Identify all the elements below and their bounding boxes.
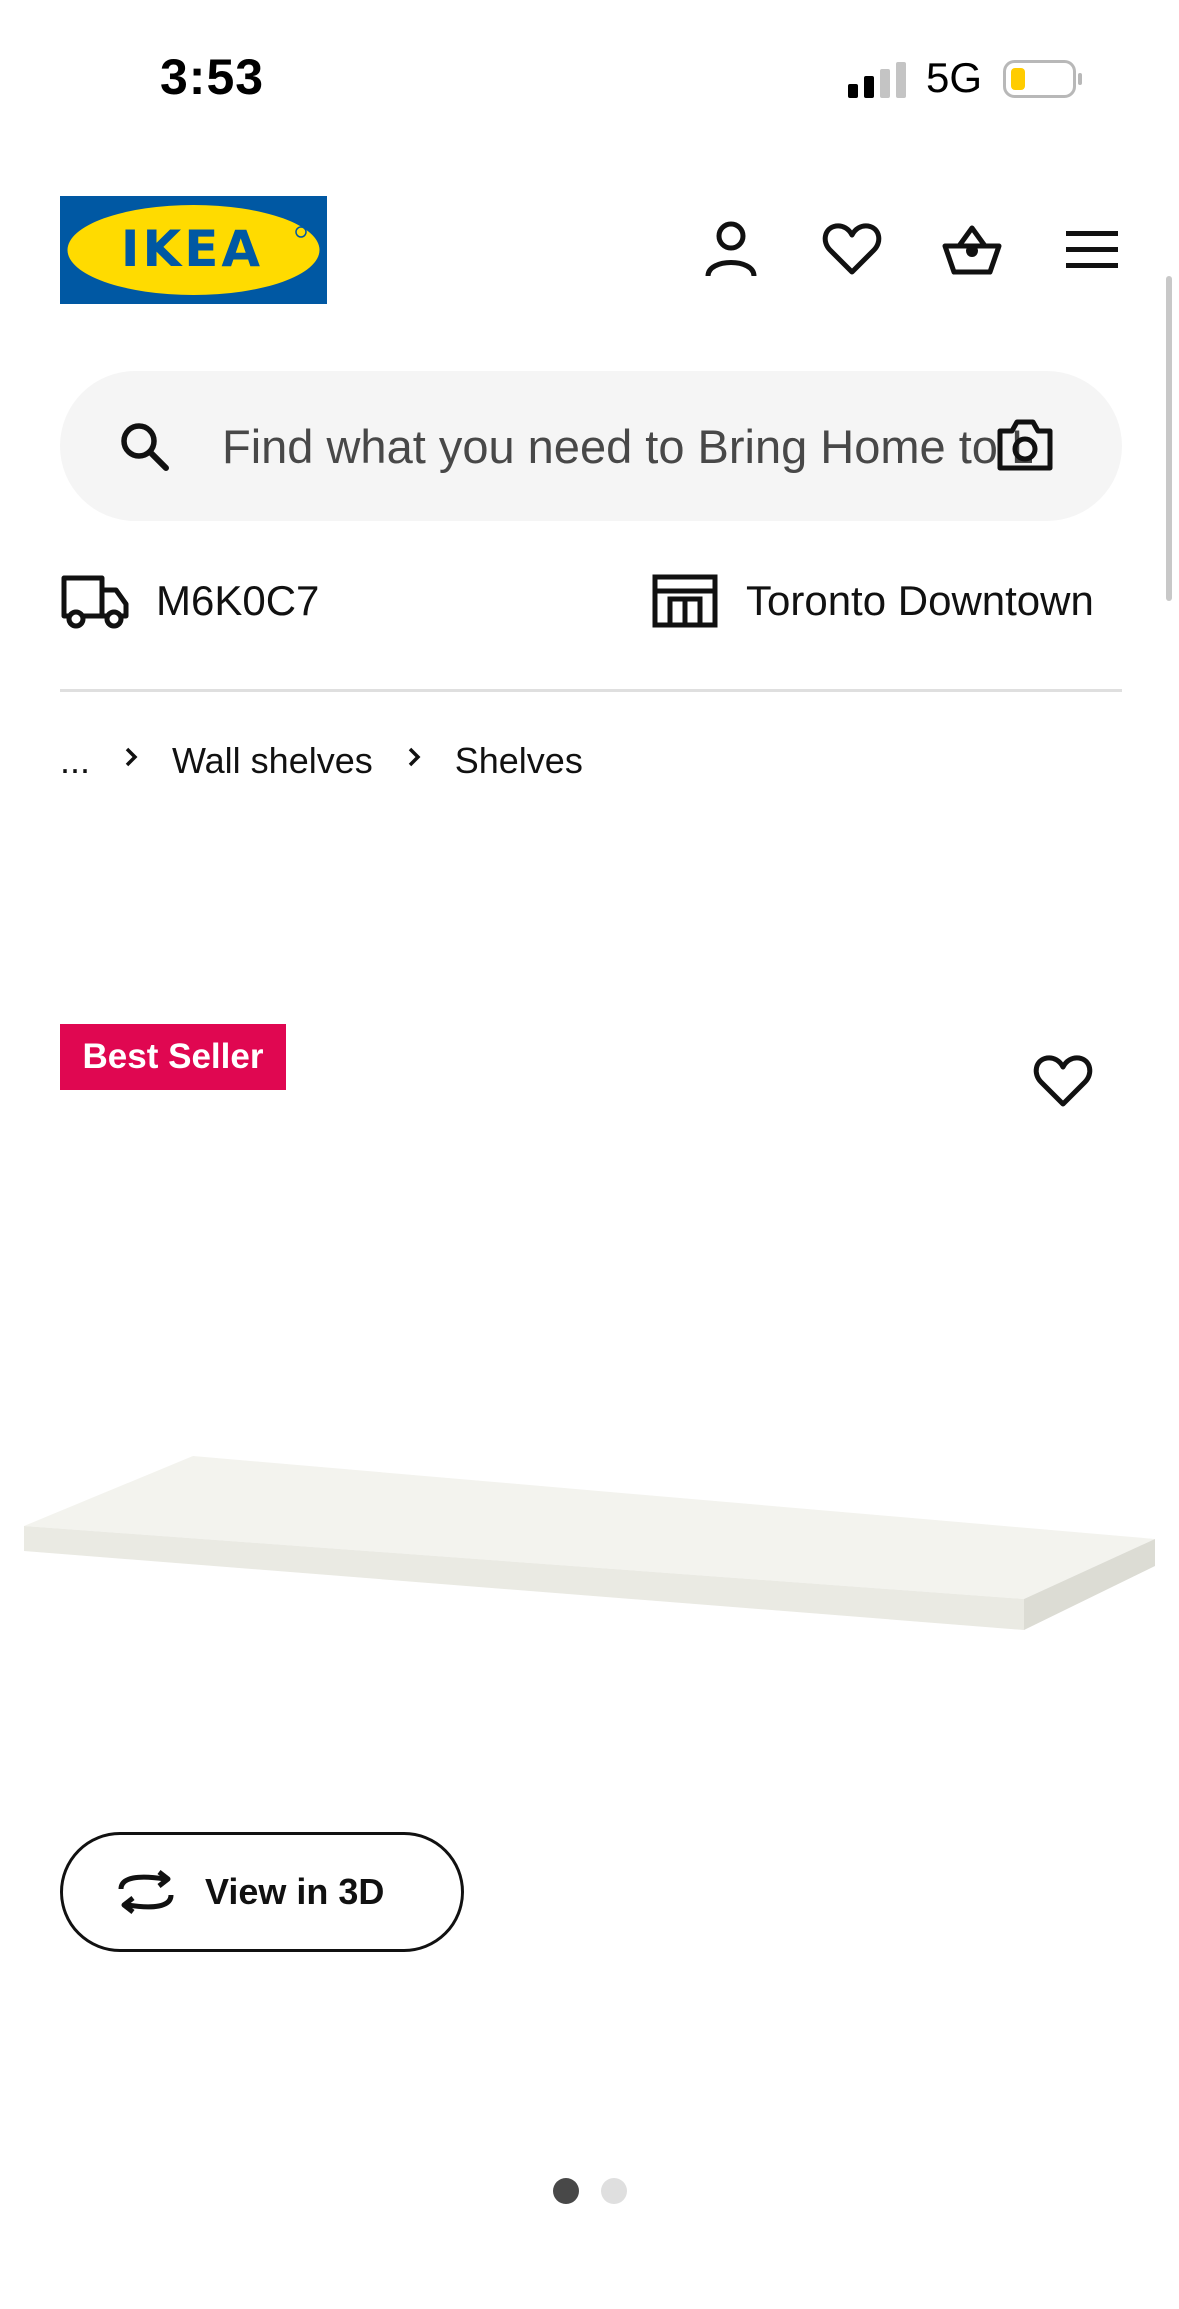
store-icon	[652, 574, 718, 628]
shopping-cart-icon[interactable]	[941, 218, 1003, 280]
breadcrumb-link-shelves[interactable]: Shelves	[455, 740, 583, 782]
postal-code-text: M6K0C7	[156, 577, 320, 624]
header-divider	[60, 689, 1122, 692]
search-icon	[121, 423, 169, 471]
view-in-3d-button[interactable]: View in 3D	[60, 1832, 464, 1952]
battery-icon	[1003, 60, 1082, 98]
svg-text:IKEA: IKEA	[121, 220, 263, 278]
camera-icon[interactable]	[996, 417, 1054, 473]
search-bar[interactable]	[60, 371, 1122, 521]
delivery-postal-code[interactable]: M6K0C7	[60, 572, 319, 630]
account-icon[interactable]	[700, 218, 762, 280]
search-input[interactable]	[222, 411, 1032, 481]
carousel-dot-1[interactable]	[553, 2178, 579, 2204]
network-type: 5G	[926, 54, 983, 101]
page-scrollbar[interactable]	[1166, 276, 1172, 601]
ikea-logo[interactable]: IKEA	[60, 196, 327, 304]
status-time: 3:53	[160, 49, 265, 105]
best-seller-badge: Best Seller	[60, 1024, 286, 1090]
favourites-icon[interactable]	[821, 218, 883, 280]
favourite-product-icon[interactable]	[1032, 1052, 1094, 1110]
product-image-shelf[interactable]	[20, 1455, 1165, 1655]
cellular-signal-icon	[848, 62, 906, 98]
image-carousel-indicator	[553, 2178, 627, 2204]
breadcrumb: ... Wall shelves Shelves	[60, 740, 583, 782]
menu-icon[interactable]	[1061, 218, 1123, 280]
store-name-text: Toronto Downtown	[746, 577, 1094, 624]
carousel-dot-2[interactable]	[601, 2178, 627, 2204]
rotate-3d-icon	[118, 1870, 174, 1914]
breadcrumb-ellipsis[interactable]: ...	[60, 740, 90, 782]
selected-store[interactable]: Toronto Downtown	[650, 572, 1094, 630]
view-in-3d-label: View in 3D	[205, 1871, 385, 1912]
chevron-right-icon	[125, 747, 138, 767]
delivery-truck-icon	[61, 575, 129, 629]
breadcrumb-link-wall-shelves[interactable]: Wall shelves	[172, 740, 373, 782]
chevron-right-icon	[408, 747, 421, 767]
